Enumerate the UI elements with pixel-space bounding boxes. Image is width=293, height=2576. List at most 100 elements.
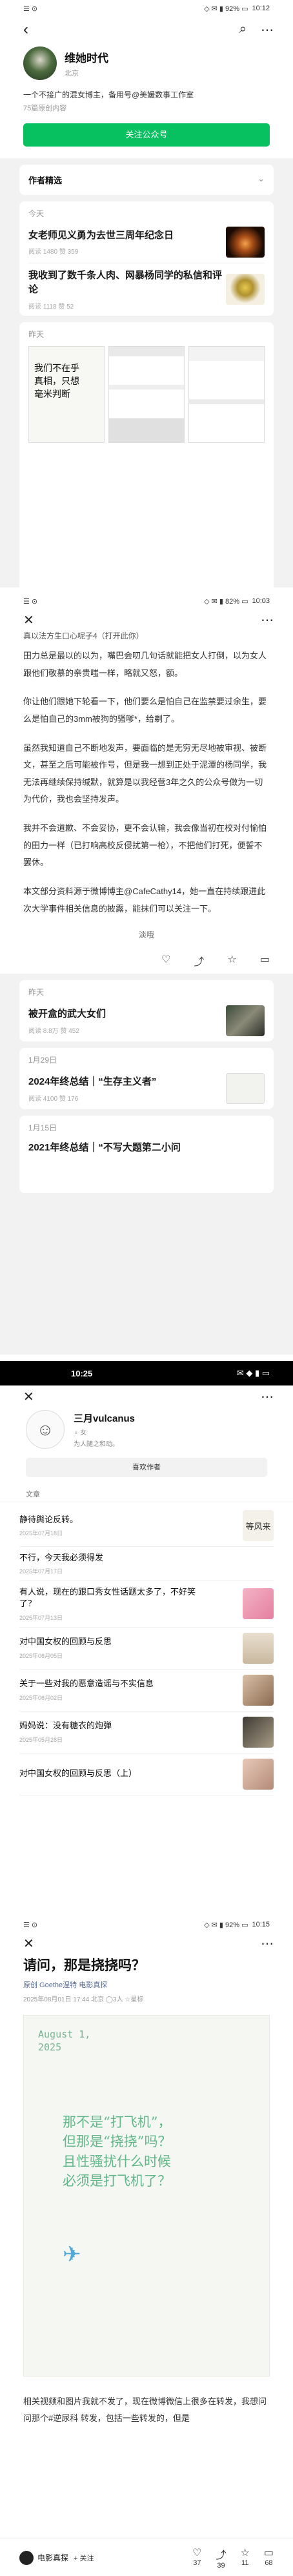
top-nav: ✕ ⋯ [0, 1933, 293, 1954]
close-icon[interactable]: ✕ [23, 1936, 34, 1952]
item-title: 对中国女权的回顾与反思（上） [19, 1768, 137, 1779]
article-feed: 作者精选 ⌄ 今天 女老师见义勇为去世三周年纪念日 阅读 1480 赞 359 我收… [0, 158, 293, 588]
follow-button[interactable]: + 关注 [74, 2553, 94, 2563]
list-item[interactable]: 静待舆论反转。 2025年07月18日 等风来 [19, 1505, 274, 1547]
image-strip[interactable]: 我们不在乎 真相，只想 毫米判断 [19, 342, 274, 447]
section-title: 文章 [0, 1484, 293, 1502]
list-item[interactable]: 关于一些对我的恶意造谣与不实信息 2025年06月02日 [19, 1670, 274, 1712]
related-feed: 昨天 被开盒的武大女们 阅读 8.8万 赞 452 1月29日 2024年终总结｜… [0, 974, 293, 1354]
comment-icon[interactable]: ▭ [260, 953, 270, 968]
account-location: 北京 [65, 69, 79, 77]
more-icon[interactable]: ⋯ [261, 1389, 274, 1405]
share-count: 39 [217, 2561, 225, 2570]
essay-body: 相关视频和图片我就不发了，现在微博微信上很多在转发，我想问问那个#逆尿科 转发，… [23, 2397, 267, 2423]
back-icon[interactable]: ‹ [23, 21, 28, 39]
article-title: 2021年终总结｜“不写大题第二小问 [28, 1142, 181, 1154]
article-list: 静待舆论反转。 2025年07月18日 等风来 不行，今天我必须得发 2025年07月… [0, 1502, 293, 1795]
share-button[interactable]: ⤴ 39 [216, 2546, 227, 2570]
paragraph: 田力总是最以的以为，嘴巴会叨几句话就能把女人打倒，以为女人跟他们敬慕的亲贵嗤一样… [23, 651, 267, 678]
item-title: 有人说，现在的跟口秀女性话题太多了，不好笑了？ [19, 1587, 196, 1609]
comment-button[interactable]: ▭ 68 [264, 2546, 274, 2570]
quote-line: 但那是“挠挠”吗？ [63, 2134, 172, 2150]
card-date: August 1, 2025 [38, 2029, 91, 2053]
quote-card-image: August 1, 2025 那不是“打飞机”， 但那是“挠挠”吗？ 且性骚扰什… [23, 2015, 270, 2377]
article-item[interactable]: 女老师见义勇为去世三周年纪念日阅读 1480 赞 359 [19, 221, 274, 263]
article-count: 75篇原创内容 [23, 105, 67, 112]
item-date: 2025年07月18日 [19, 1530, 63, 1537]
essay-screen: ☰ ⊙ ◇ ✉ ▮ 92% ▭ 10:15 ✕ ⋯ 请问，那是挠挠吗？ 原创 Goe… [0, 1916, 293, 2576]
list-item[interactable]: 对中国女权的回顾与反思 2025年06月05日 [19, 1628, 274, 1670]
item-date: 2025年05月28日 [19, 1736, 63, 1743]
status-info: ◇ ✉ ▮ 82% ▭ [204, 597, 248, 606]
more-icon[interactable]: ⋯ [261, 1936, 274, 1952]
screenshot-image [188, 345, 265, 443]
paragraph: 你让他们跟她下轮看一下，他们要么是怕自己在监禁要过余生，要么是怕自己的3mm被狗… [23, 697, 267, 724]
favorite-icon[interactable]: ☆ [227, 953, 236, 968]
calligraphy-thumbnail: 等风来 [243, 1510, 274, 1541]
quote-line: 那不是“打飞机”， [63, 2114, 172, 2130]
quote-line: 且性骚扰什么时候 [63, 2153, 171, 2169]
like-button[interactable]: ♡ 37 [192, 2546, 201, 2570]
list-item[interactable]: 妈妈说：没有糖衣的炮弹 2025年05月28日 [19, 1712, 274, 1753]
article-top-line: 真以法方生口心呢子4（打开此你） [23, 631, 144, 640]
article-item[interactable]: 被开盒的武大女们 阅读 8.8万 赞 452 [19, 1000, 274, 1041]
search-icon[interactable]: ⌕ [239, 22, 247, 38]
essay-meta-2: 2025年08月01日 17:44 北京 ◯3人 ☆星标 [23, 1996, 144, 2003]
share-icon: ⤴ [216, 2550, 227, 2561]
article-item[interactable]: 2024年终总结｜“生存主义者” 阅读 4100 赞 176 [19, 1068, 274, 1109]
follow-button[interactable]: 关注公众号 [23, 123, 270, 147]
item-title: 静待舆论反转。 [19, 1514, 79, 1524]
avatar[interactable] [23, 46, 57, 80]
cartoon-thumbnail [226, 274, 265, 305]
article-meta: 阅读 1480 赞 359 [28, 249, 79, 256]
pink-thumbnail [243, 1588, 274, 1620]
list-item[interactable]: 对中国女权的回顾与反思（上） [19, 1753, 274, 1795]
status-bar: ☰ ⊙ ◇ ✉ ▮ 82% ▭ 10:03 [0, 593, 293, 609]
top-nav: ✕ ⋯ [0, 609, 293, 630]
featured-label: 作者精选 [28, 176, 63, 185]
featured-tab[interactable]: 作者精选 ⌄ [19, 165, 274, 195]
list-item[interactable]: 有人说，现在的跟口秀女性话题太多了，不好笑了？ 2025年07月13日 [19, 1581, 274, 1628]
list-item[interactable]: 不行，今天我必须得发 2025年07月17日 [19, 1547, 274, 1582]
screenshot-image [108, 345, 185, 443]
close-icon[interactable]: ✕ [23, 1389, 34, 1405]
comment-icon: ▭ [263, 2547, 274, 2559]
article-item[interactable]: 2021年终总结｜“不写大题第二小问 [19, 1136, 274, 1160]
like-icon[interactable]: ♡ [161, 953, 170, 968]
group-label: 1月15日 [28, 1123, 57, 1133]
bottom-bar: 电影真探 + 关注 ♡ 37 ⤴ 39 ☆ 11 ▭ 68 [0, 2539, 293, 2576]
article-item[interactable]: 我收到了数千条人肉、网暴杨同学的私信和评论 阅读 1118 赞 52 [19, 263, 274, 316]
photo-thumbnail [226, 1005, 265, 1037]
author-header: ☺ 三月vulcanus ♀ 女 为人随之和动。 [0, 1407, 293, 1451]
author-avatar[interactable]: ☺ [26, 1410, 65, 1449]
paragraph: 虽然我知道自己不断地发声，要面临的是无穷无尽地被审视、被断文，甚至之后可能被作号… [23, 742, 267, 804]
top-nav: ‹ ⌕ ⋯ [0, 17, 293, 43]
status-time: 10:12 [252, 5, 270, 12]
candle-thumbnail [226, 227, 265, 258]
article-title: 女老师见义勇为去世三周年纪念日 [28, 229, 174, 241]
status-bar: 10:25 ✉ ◆ ▮ ▭ [0, 1361, 293, 1385]
close-icon[interactable]: ✕ [23, 612, 34, 628]
status-icons-left: ☰ ⊙ [23, 5, 38, 13]
article-body: 田力总是最以的以为，嘴巴会叨几句话就能把女人打倒，以为女人跟他们敬慕的亲贵嗤一样… [0, 648, 293, 917]
like-icon: ♡ [192, 2547, 202, 2559]
item-date: 2025年06月02日 [19, 1694, 63, 1701]
status-time: 10:15 [252, 1921, 270, 1928]
status-time: 10:03 [252, 597, 270, 605]
status-time: 10:25 [71, 1368, 93, 1378]
essay-meta[interactable]: 原创 Goethe涅特 电影真探 [0, 1979, 293, 1990]
airplane-icon: ✈ [63, 2242, 81, 2267]
date-group: 1月15日 2021年终总结｜“不写大题第二小问 [19, 1116, 274, 1194]
favorite-count: 11 [241, 2559, 249, 2567]
share-icon[interactable]: ⤴ [194, 953, 204, 968]
like-author-button[interactable]: 喜欢作者 [26, 1458, 267, 1477]
favorite-button[interactable]: ☆ 11 [241, 2546, 250, 2570]
more-icon[interactable]: ⋯ [261, 22, 274, 38]
account-avatar[interactable] [19, 2550, 34, 2565]
photo-thumbnail [243, 1674, 274, 1706]
more-icon[interactable]: ⋯ [261, 612, 274, 628]
item-date: 2025年07月13日 [19, 1614, 63, 1621]
status-icons-left: ☰ ⊙ [23, 597, 38, 606]
status-icons-left: ☰ ⊙ [23, 1921, 38, 1929]
account-bio: 一个不接广的混女博主，备用号@美媛数事工作室 [23, 90, 194, 99]
